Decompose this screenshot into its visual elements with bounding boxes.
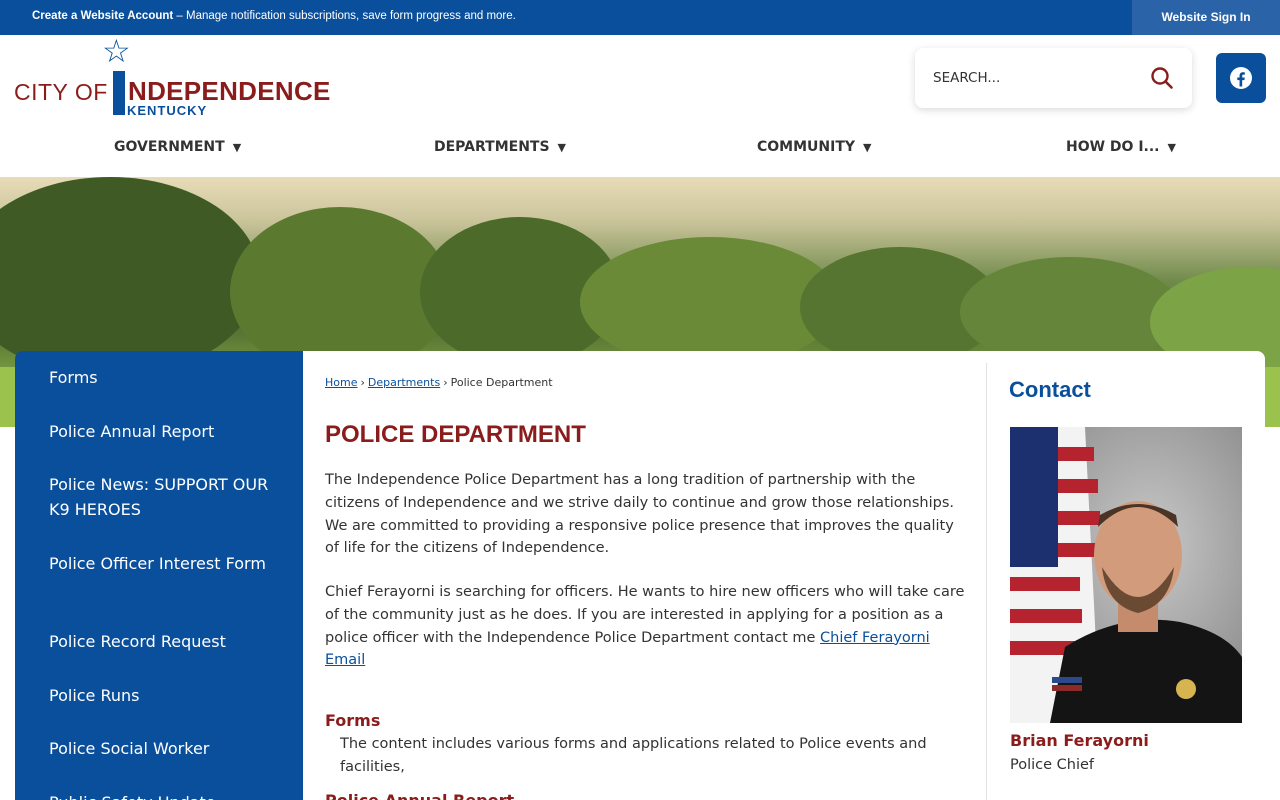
nav-departments[interactable]: DEPARTMENTS ▼ xyxy=(434,139,566,155)
contact-name-link[interactable]: Brian Ferayorni xyxy=(1010,731,1149,750)
breadcrumb-home-link[interactable]: Home xyxy=(325,376,357,389)
create-account-link[interactable]: Create a Website Account xyxy=(32,10,173,22)
account-message: Create a Website Account – Manage notifi… xyxy=(32,10,516,22)
breadcrumb-separator: › xyxy=(360,376,365,389)
sidebar-item-public-safety-update[interactable]: Public Safety Update xyxy=(49,790,269,800)
nav-label: GOVERNMENT xyxy=(114,139,225,155)
sidebar-item-social-worker[interactable]: Police Social Worker xyxy=(49,736,269,761)
breadcrumb-departments-link[interactable]: Departments xyxy=(368,376,440,389)
sidebar-menu: Forms Police Annual Report Police News: … xyxy=(15,351,303,800)
nav-label: DEPARTMENTS xyxy=(434,139,550,155)
caret-down-icon: ▼ xyxy=(863,141,872,154)
breadcrumb: Home › Departments › Police Department xyxy=(325,376,553,389)
nav-how-do-i[interactable]: HOW DO I... ▼ xyxy=(1066,139,1176,155)
page-title: POLICE DEPARTMENT xyxy=(325,421,586,448)
search-box xyxy=(915,48,1192,108)
section-annual-report-link[interactable]: Police Annual Report xyxy=(325,791,514,800)
sidebar-item-police-news[interactable]: Police News: SUPPORT OUR K9 HEROES xyxy=(49,472,269,522)
website-sign-in-button[interactable]: Website Sign In xyxy=(1132,0,1280,35)
sidebar-item-police-runs[interactable]: Police Runs xyxy=(49,683,269,708)
star-icon: ☆ xyxy=(102,32,131,70)
breadcrumb-separator: › xyxy=(443,376,448,389)
nav-government[interactable]: GOVERNMENT ▼ xyxy=(114,139,241,155)
police-chief-photo xyxy=(1010,427,1242,723)
section-forms-link[interactable]: Forms xyxy=(325,711,380,730)
contact-role: Police Chief xyxy=(1010,757,1095,773)
logo-kentucky: KENTUCKY xyxy=(127,103,208,118)
search-input[interactable] xyxy=(933,66,1133,90)
logo-i-bar xyxy=(113,71,125,115)
caret-down-icon: ▼ xyxy=(232,141,242,154)
sidebar-item-forms[interactable]: Forms xyxy=(49,365,269,390)
column-divider xyxy=(986,363,987,800)
site-header: CITY OF ☆ NDEPENDENCE KENTUCKY GOVERNMEN… xyxy=(0,35,1280,177)
nav-community[interactable]: COMMUNITY ▼ xyxy=(757,139,872,155)
caret-down-icon: ▼ xyxy=(557,141,567,154)
content-panel: Home › Departments › Police Department POLIC… xyxy=(303,351,1265,800)
sidebar-item-officer-interest-form[interactable]: Police Officer Interest Form xyxy=(49,551,269,576)
contact-heading: Contact xyxy=(1009,377,1091,402)
recruiting-paragraph: Chief Ferayorni is searching for officer… xyxy=(325,581,970,672)
main-navigation: GOVERNMENT ▼ DEPARTMENTS ▼ COMMUNITY ▼ HOW … xyxy=(0,139,1280,161)
caret-down-icon: ▼ xyxy=(1167,141,1176,154)
intro-paragraph: The Independence Police Department has a… xyxy=(325,472,954,557)
nav-label: HOW DO I... xyxy=(1066,139,1160,155)
logo-city-of: CITY OF xyxy=(14,79,108,105)
section-forms-description: The content includes various forms and a… xyxy=(340,736,927,775)
nav-label: COMMUNITY xyxy=(757,139,856,155)
search-icon[interactable] xyxy=(1150,66,1174,90)
breadcrumb-current: Police Department xyxy=(450,376,553,389)
sidebar-item-police-annual-report[interactable]: Police Annual Report xyxy=(49,419,269,444)
tree-shape xyxy=(0,177,260,377)
facebook-icon xyxy=(1230,67,1252,89)
top-bar: Create a Website Account – Manage notifi… xyxy=(0,0,1280,35)
account-message-text: – Manage notification subscriptions, sav… xyxy=(173,10,516,22)
city-logo[interactable]: CITY OF ☆ NDEPENDENCE KENTUCKY xyxy=(14,35,330,121)
facebook-button[interactable] xyxy=(1216,53,1266,103)
sidebar-item-record-request[interactable]: Police Record Request xyxy=(49,629,269,654)
